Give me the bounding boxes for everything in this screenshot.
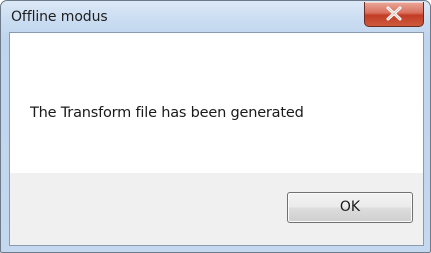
dialog-window: Offline modus The Transform file has bee… [0, 0, 431, 253]
ok-button[interactable]: OK [287, 192, 413, 223]
close-button[interactable] [364, 2, 424, 27]
close-icon [386, 6, 402, 21]
window-title: Offline modus [11, 9, 108, 25]
button-area: OK [10, 173, 423, 245]
dialog-client-area: The Transform file has been generated OK [9, 32, 424, 246]
title-bar[interactable]: Offline modus [1, 1, 430, 31]
message-area: The Transform file has been generated [10, 33, 423, 173]
message-text: The Transform file has been generated [30, 105, 304, 121]
